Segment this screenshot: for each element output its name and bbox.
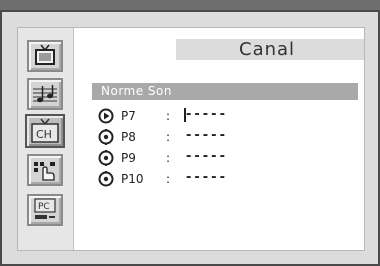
music-note-icon [33, 85, 57, 103]
channel-row-p8[interactable]: P8 : ----- [98, 127, 338, 147]
row-colon: : [166, 109, 171, 123]
row-colon: : [166, 151, 171, 165]
sidebar-item-setup[interactable] [27, 154, 63, 186]
circle-icon [98, 129, 114, 145]
sidebar-pc-label: PC [38, 202, 50, 212]
setup-hand-icon [34, 162, 55, 181]
osd-frame: CH PC Canal Norme Son P7: ----- P8: --… [0, 10, 380, 266]
channel-row-p10[interactable]: P10 : ----- [98, 169, 338, 189]
pc-icon: PC [34, 198, 56, 219]
row-value[interactable]: ----- [186, 107, 228, 122]
section-header: Norme Son [92, 83, 358, 100]
row-label: P9 [121, 151, 136, 165]
sidebar-ch-label: CH [36, 128, 52, 141]
row-label: P7 [121, 109, 136, 123]
menu-panel: CH PC Canal Norme Son P7: ----- P8: --… [17, 27, 365, 251]
menu-title-bar: Canal [176, 39, 364, 60]
channel-row-p7[interactable]: P7 : ----- [98, 106, 338, 126]
row-label: P10 [121, 172, 144, 186]
channel-row-p9[interactable]: P9 : ----- [98, 148, 338, 168]
section-title: Norme Son [101, 84, 172, 98]
sidebar-item-pc[interactable]: PC [27, 194, 63, 226]
row-label: P8 [121, 130, 136, 144]
circle-icon [98, 150, 114, 166]
play-circle-icon [98, 108, 114, 124]
sidebar-item-sound[interactable] [27, 78, 63, 110]
menu-title: Canal [239, 39, 296, 60]
sidebar-item-picture[interactable] [27, 40, 63, 72]
row-value[interactable]: ----- [186, 149, 228, 164]
ch-channel-icon: CH [31, 118, 59, 143]
row-colon: : [166, 172, 171, 186]
menu-sidebar: CH PC [18, 28, 74, 250]
row-value[interactable]: ----- [186, 170, 228, 185]
row-colon: : [166, 130, 171, 144]
row-value[interactable]: ----- [186, 128, 228, 143]
top-band [0, 0, 380, 10]
circle-icon [98, 171, 114, 187]
sidebar-item-channel[interactable]: CH [25, 114, 65, 148]
tv-picture-icon [35, 44, 55, 65]
